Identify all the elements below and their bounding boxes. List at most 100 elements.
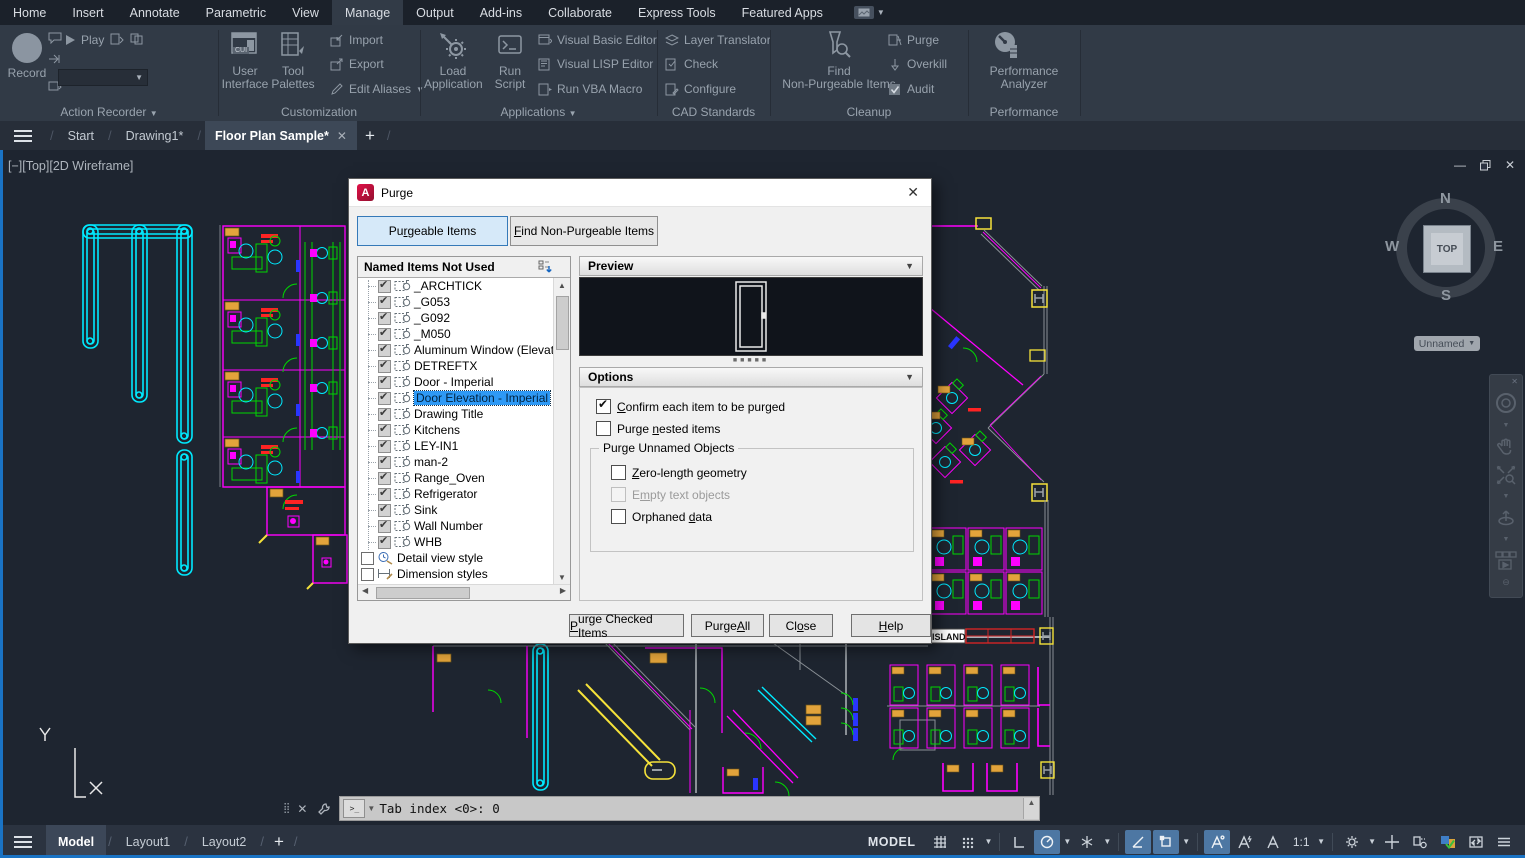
load-application-button[interactable]: LoadApplication [424,65,482,91]
view-control[interactable]: [Top] [22,159,49,173]
run-vba-macro-button[interactable]: Run VBA Macro [538,82,642,96]
item-checkbox[interactable] [378,360,391,373]
preference-icon[interactable] [110,33,124,45]
options-section-header[interactable]: Options▼ [579,367,923,387]
item-checkbox[interactable] [378,504,391,517]
snap-dropdown-icon[interactable]: ▼ [983,837,993,846]
polar-tracking-icon[interactable] [1034,830,1060,854]
macro-select-dropdown[interactable]: ▼ [58,69,148,86]
navbar-collapse-icon[interactable]: ⊖ [1502,577,1510,588]
item-checkbox[interactable] [361,552,374,565]
item-checkbox[interactable] [378,536,391,549]
dialog-title-bar[interactable]: A Purge ✕ [349,179,931,207]
wheel-dropdown-icon[interactable]: ▼ [1503,422,1510,429]
record-icon[interactable] [12,33,42,63]
viewcube-east[interactable]: E [1493,238,1503,255]
command-close-icon[interactable]: ✕ [297,802,307,816]
panel-label-cleanup[interactable]: Cleanup [770,105,968,119]
list-item[interactable]: man-2 [358,454,554,470]
menu-item-manage[interactable]: Manage [332,0,403,25]
item-label[interactable]: LEY-IN1 [414,439,458,453]
scrollbar-thumb[interactable] [376,587,470,599]
navbar-close-icon[interactable]: ✕ [1507,375,1522,388]
item-checkbox[interactable] [378,392,391,405]
annotation-scale-icon[interactable] [1260,830,1286,854]
file-tab-start[interactable]: Start [58,121,104,150]
list-item[interactable]: _ARCHTICK [358,278,554,294]
graphics-performance-icon[interactable] [1435,830,1461,854]
purge-checked-items-button[interactable]: Purge Checked Items [569,614,684,637]
named-view-dropdown[interactable]: Unnamed▼ [1414,336,1480,351]
item-label[interactable]: Range_Oven [414,471,485,485]
osnap-dropdown-icon[interactable]: ▼ [1181,837,1191,846]
manage-macros-icon[interactable] [130,33,144,45]
item-label[interactable]: Drawing Title [414,407,483,421]
tree-horizontal-scrollbar[interactable]: ◀ ▶ [358,584,570,600]
menu-item-featured-apps[interactable]: Featured Apps [729,0,836,25]
item-checkbox[interactable] [378,456,391,469]
command-input-bar[interactable]: >_ ▼ Tab index <0>: 0 ▲ [339,796,1040,821]
customization-menu-icon[interactable] [1491,830,1517,854]
list-item[interactable]: Wall Number [358,518,554,534]
pan-icon[interactable] [1496,437,1516,457]
item-label[interactable]: _M050 [414,327,451,341]
list-item[interactable]: Door Elevation - Imperial [358,390,554,406]
isodraft-dropdown-icon[interactable]: ▼ [1102,837,1112,846]
list-item[interactable]: WHB [358,534,554,550]
file-tab-drawing1-[interactable]: Drawing1* [116,121,194,150]
item-label[interactable]: Door - Imperial [414,375,493,389]
item-checkbox[interactable] [378,488,391,501]
tree-vertical-scrollbar[interactable]: ▲ ▼ [553,278,570,585]
panel-label-applications[interactable]: Applications ▼ [420,105,657,119]
zoom-dropdown-icon[interactable]: ▼ [1503,493,1510,500]
menu-item-parametric[interactable]: Parametric [193,0,279,25]
panel-label-action-recorder[interactable]: Action Recorder ▼ [0,105,218,119]
layout-tab-model[interactable]: Model [46,825,106,858]
performance-analyzer-button[interactable]: PerformanceAnalyzer [968,65,1080,91]
comment-icon[interactable] [48,32,62,44]
list-item[interactable]: Kitchens [358,422,554,438]
viewport-menu-control[interactable]: [−] [8,159,22,173]
menu-item-collaborate[interactable]: Collaborate [535,0,625,25]
command-grip-handle[interactable]: ⣿ [283,803,291,814]
item-checkbox[interactable] [378,440,391,453]
item-checkbox[interactable] [378,296,391,309]
zoom-extents-icon[interactable] [1496,465,1516,485]
menu-item-insert[interactable]: Insert [59,0,116,25]
item-checkbox[interactable] [378,424,391,437]
preview-section-header[interactable]: Preview▼ [579,256,923,276]
item-label[interactable]: Door Elevation - Imperial [414,391,550,405]
load-application-icon[interactable] [438,31,466,59]
record-button[interactable]: Record [0,67,54,80]
item-checkbox[interactable] [378,376,391,389]
workspace-gear-icon[interactable] [1339,830,1365,854]
command-prompt[interactable]: Tab index <0>: 0 [379,801,499,816]
ortho-icon[interactable] [1006,830,1032,854]
object-snap-icon[interactable] [1153,830,1179,854]
item-checkbox[interactable] [378,328,391,341]
list-item[interactable]: _G053 [358,294,554,310]
grid-icon[interactable] [927,830,953,854]
scale-dropdown-icon[interactable]: ▼ [1316,837,1326,846]
item-checkbox[interactable] [378,520,391,533]
workspace-dropdown-icon[interactable]: ▼ [1367,837,1377,846]
run-script-button[interactable]: RunScript [488,65,532,91]
minimize-icon[interactable]: — [1454,158,1466,172]
item-checkbox[interactable] [378,408,391,421]
find-non-purgeable-icon[interactable] [820,29,854,63]
annotation-scale-value[interactable]: 1:1 [1288,830,1314,854]
menu-item-add-ins[interactable]: Add-ins [467,0,535,25]
visual-basic-editor-button[interactable]: Visual Basic Editor [538,33,657,47]
panel-label-performance[interactable]: Performance [968,105,1080,119]
list-item[interactable]: Refrigerator [358,486,554,502]
sort-icon[interactable] [538,260,552,274]
panel-label-cad-standards[interactable]: CAD Standards [657,105,770,119]
purge-all-button[interactable]: Purge All [691,614,764,637]
crosshair-icon[interactable] [1379,830,1405,854]
item-label[interactable]: _ARCHTICK [414,279,482,293]
object-snap-tracking-icon[interactable] [1125,830,1151,854]
orbit-dropdown-icon[interactable]: ▼ [1503,536,1510,543]
play-button[interactable]: Play [64,33,104,47]
annotation-autoscale-icon[interactable] [1232,830,1258,854]
file-tabs-menu-icon[interactable] [0,121,46,150]
